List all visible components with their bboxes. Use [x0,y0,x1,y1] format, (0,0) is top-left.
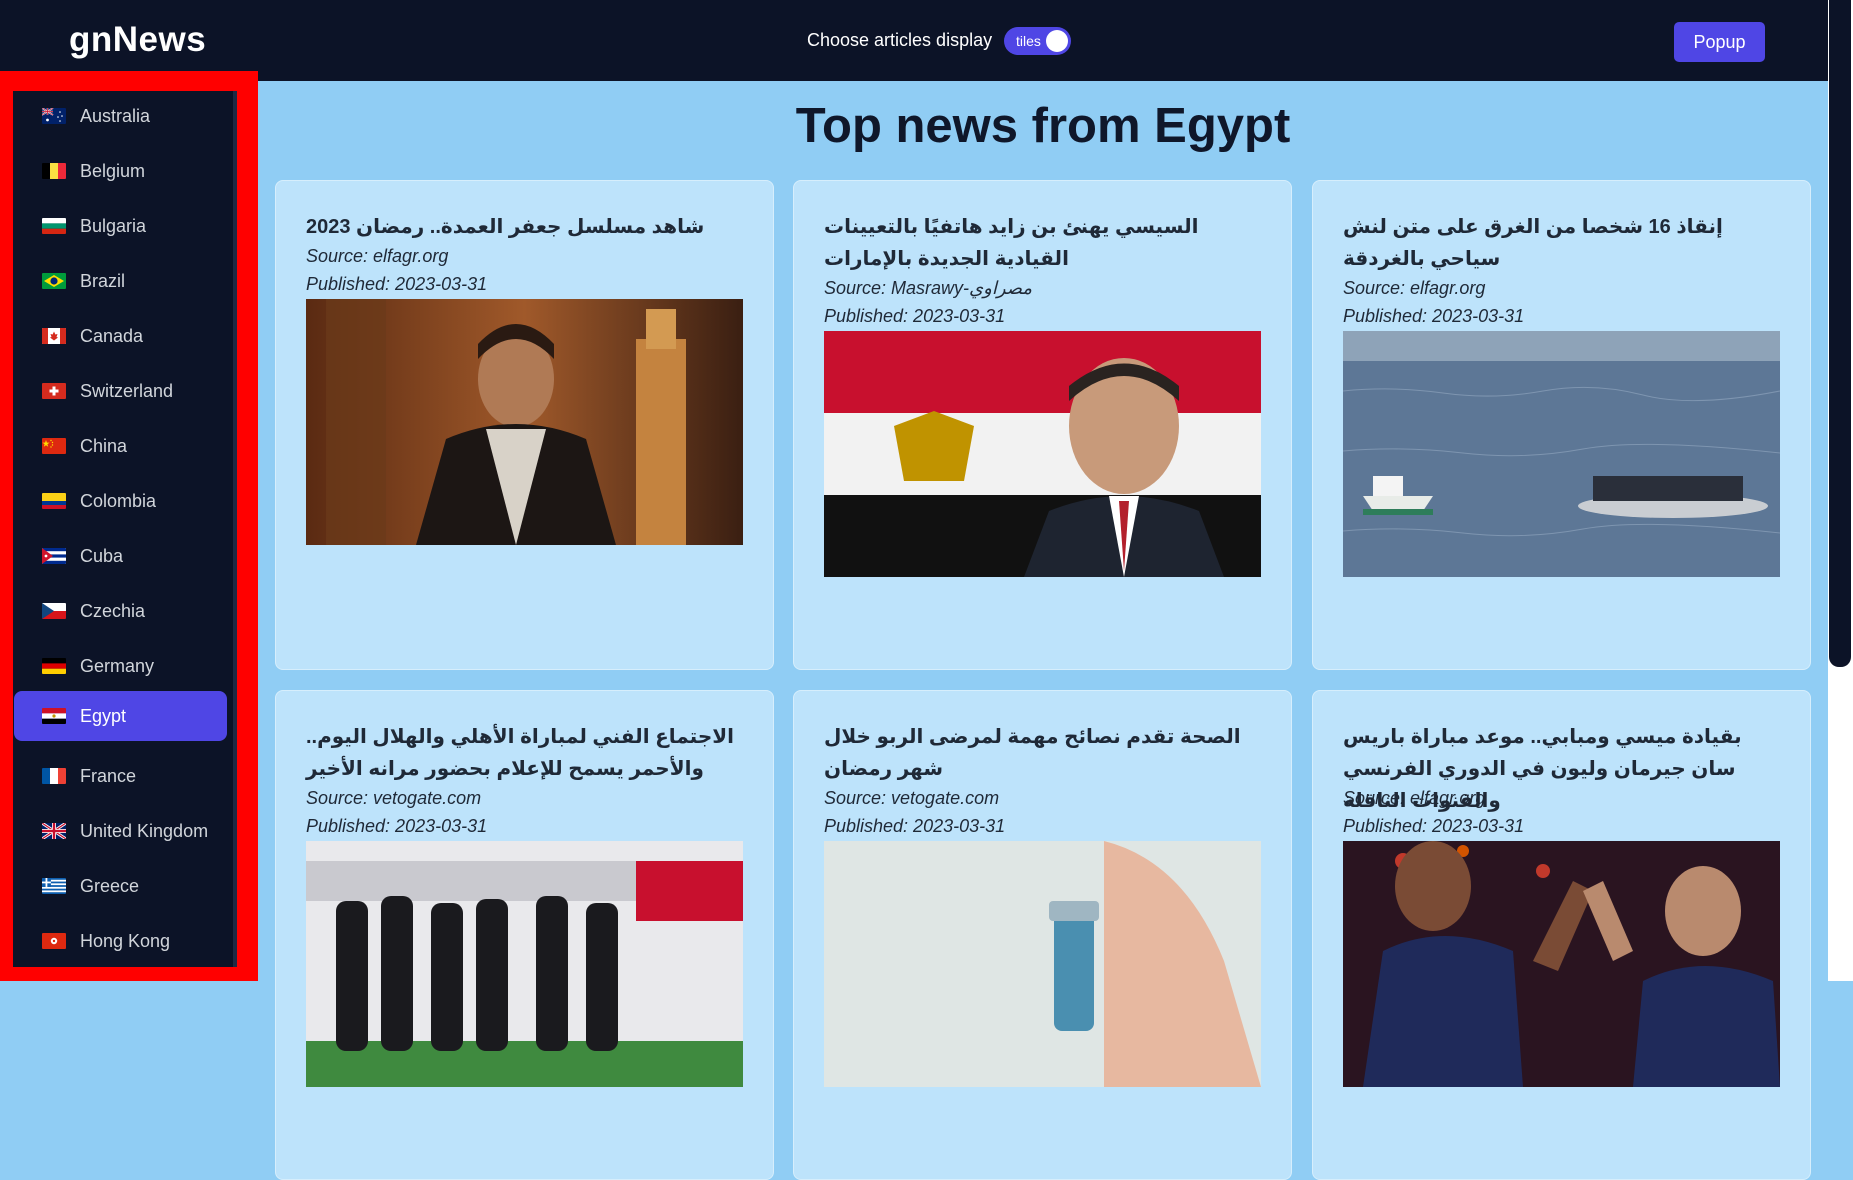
man-with-inhaler-photo [824,841,1261,1087]
article-image[interactable] [1343,841,1780,1087]
sidebar-item-china[interactable]: China [14,421,227,471]
sidebar-item-switzerland[interactable]: Switzerland [14,366,227,416]
article-source: Source: elfagr.org [1343,788,1486,808]
bulgaria-flag-icon [42,218,66,234]
sidebar-item-cuba[interactable]: Cuba [14,531,227,581]
page-title: Top news from Egypt [795,99,1291,153]
players-high-five-photo [1343,841,1780,1087]
egypt-flag-icon [42,708,66,724]
cuba-flag-icon [42,548,66,564]
sidebar-item-greece[interactable]: Greece [14,861,227,911]
sidebar-scrollbar[interactable] [233,91,237,967]
sidebar-item-colombia[interactable]: Colombia [14,476,227,526]
article-source: Source: vetogate.com [824,788,1000,808]
country-sidebar: Australia Belgium Bulgaria Brazil Canada… [13,91,235,967]
article-image[interactable] [306,299,743,545]
sidebar-item-label: Egypt [80,706,127,726]
article-title[interactable]: الاجتماع الفني لمباراة الأهلي والهلال ال… [306,721,746,785]
sidebar-item-label: Canada [80,326,144,346]
page-scrollbar-thumb[interactable] [1829,0,1851,667]
article-source: Source: elfagr.org [306,246,449,266]
sidebar-item-label: Hong Kong [80,931,171,951]
united-kingdom-flag-icon [42,823,66,839]
sidebar-item-hong-kong[interactable]: Hong Kong [14,916,227,966]
article-published: Published: 2023-03-31 [306,816,488,836]
sidebar-item-label: Greece [80,876,140,896]
czechia-flag-icon [42,603,66,619]
sidebar-item-label: France [80,766,137,786]
sidebar-item-france[interactable]: France [14,751,227,801]
sidebar-item-label: Belgium [80,161,146,181]
australia-flag-icon [42,108,66,124]
brazil-flag-icon [42,273,66,289]
sidebar-item-label: Germany [80,656,155,676]
belgium-flag-icon [42,163,66,179]
brand-logo[interactable]: gnNews [69,20,206,60]
sidebar-item-bulgaria[interactable]: Bulgaria [14,201,227,251]
article-card[interactable]: السيسي يهنئ بن زايد هاتفيًا بالتعيينات ا… [793,180,1292,670]
display-mode-label: Choose articles display [807,30,993,50]
article-title[interactable]: شاهد مسلسل جعفر العمدة.. رمضان 2023 [306,211,746,243]
article-image[interactable] [306,841,743,1087]
sidebar-item-canada[interactable]: Canada [14,311,227,361]
article-image[interactable] [1343,331,1780,577]
president-with-flag-photo [824,331,1261,577]
article-published: Published: 2023-03-31 [824,306,1006,326]
article-card[interactable]: إنقاذ 16 شخصا من الغرق على متن لنش سياحي… [1312,180,1811,670]
sidebar-item-label: China [80,436,128,456]
display-mode-toggle[interactable]: tiles [1004,27,1071,55]
article-source: Source: Masrawy-مصراوي [824,278,1033,298]
france-flag-icon [42,768,66,784]
colombia-flag-icon [42,493,66,509]
sidebar-item-label: Brazil [80,271,126,291]
toggle-label: tiles [1016,33,1041,49]
football-team-training-photo [306,841,743,1087]
switzerland-flag-icon [42,383,66,399]
article-title[interactable]: إنقاذ 16 شخصا من الغرق على متن لنش سياحي… [1343,211,1783,275]
article-title[interactable]: الصحة تقدم نصائح مهمة لمرضى الربو خلال ش… [824,721,1264,785]
article-image[interactable] [824,331,1261,577]
article-source: Source: elfagr.org [1343,278,1486,298]
sidebar-item-germany[interactable]: Germany [14,641,227,691]
sidebar-item-label: Switzerland [80,381,174,401]
sidebar-item-czechia[interactable]: Czechia [14,586,227,636]
article-published: Published: 2023-03-31 [824,816,1006,836]
sidebar-item-australia[interactable]: Australia [14,91,227,141]
actor-in-scarf-photo [306,299,743,545]
sidebar-item-belgium[interactable]: Belgium [14,146,227,196]
sidebar-item-label: United Kingdom [80,821,209,841]
article-card[interactable]: شاهد مسلسل جعفر العمدة.. رمضان 2023 Sour… [275,180,774,670]
sidebar-item-label: Australia [80,106,151,126]
article-image[interactable] [824,841,1261,1087]
sidebar-item-label: Bulgaria [80,216,147,236]
germany-flag-icon [42,658,66,674]
article-published: Published: 2023-03-31 [1343,306,1525,326]
sidebar-item-egypt[interactable]: Egypt [14,691,227,741]
article-title[interactable]: السيسي يهنئ بن زايد هاتفيًا بالتعيينات ا… [824,211,1264,275]
hong-kong-flag-icon [42,933,66,949]
sidebar-item-label: Cuba [80,546,124,566]
boat-rescue-at-sea-photo [1343,331,1780,577]
article-card[interactable]: بقيادة ميسي ومبابي.. موعد مباراة باريس س… [1312,690,1811,1180]
sidebar-item-brazil[interactable]: Brazil [14,256,227,306]
article-source: Source: vetogate.com [306,788,482,808]
china-flag-icon [42,438,66,454]
top-navbar: gnNews Choose articles display tiles Pop… [0,0,1828,81]
sidebar-item-label: Czechia [80,601,146,621]
article-published: Published: 2023-03-31 [1343,816,1525,836]
popup-button[interactable]: Popup [1674,22,1765,62]
article-card[interactable]: الاجتماع الفني لمباراة الأهلي والهلال ال… [275,690,774,1180]
sidebar-item-united-kingdom[interactable]: United Kingdom [14,806,227,856]
article-card[interactable]: الصحة تقدم نصائح مهمة لمرضى الربو خلال ش… [793,690,1292,1180]
canada-flag-icon [42,328,66,344]
toggle-knob-icon [1046,30,1068,52]
sidebar-item-label: Colombia [80,491,157,511]
greece-flag-icon [42,878,66,894]
article-published: Published: 2023-03-31 [306,274,488,294]
